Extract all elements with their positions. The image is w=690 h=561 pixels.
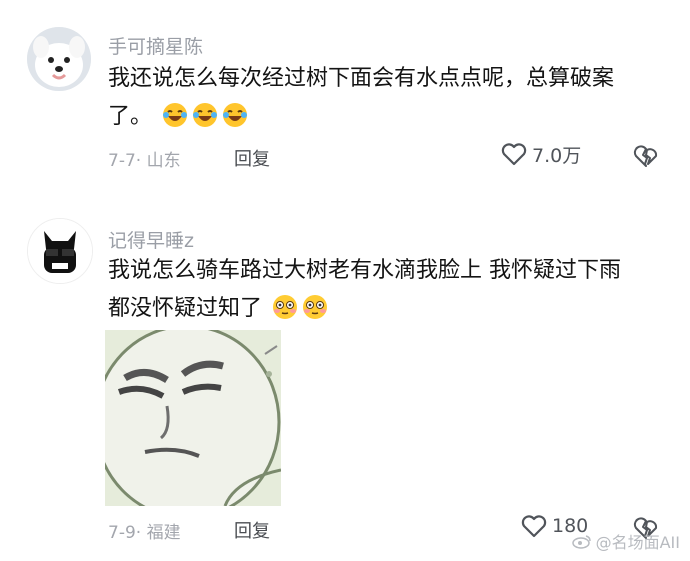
comment-text: 我还说怎么每次经过树下面会有水点点呢，总算破案了。	[108, 60, 648, 142]
reply-button[interactable]: 回复	[234, 517, 270, 543]
heart-icon	[521, 515, 547, 538]
meme-sticker-image[interactable]	[105, 330, 281, 506]
like-count: 7.0万	[532, 144, 582, 167]
laughing-crying-emoji-icon	[191, 101, 219, 142]
username[interactable]: 记得早睡z	[108, 226, 194, 253]
dog-with-sunglasses-avatar-icon	[28, 219, 92, 283]
comment-meta: 7-9· 福建	[108, 523, 181, 543]
avatar[interactable]	[27, 27, 91, 91]
watermark: @名场面AII	[571, 529, 680, 553]
laughing-crying-emoji-icon	[161, 101, 189, 142]
flushed-emoji-icon	[301, 293, 329, 334]
dislike-button[interactable]	[632, 142, 660, 174]
meme-face-icon	[105, 330, 281, 506]
heart-icon	[501, 143, 527, 166]
like-button[interactable]: 7.0万	[500, 140, 581, 168]
flushed-emoji-icon	[271, 293, 299, 334]
comment-text: 我说怎么骑车路过大树老有水滴我脸上 我怀疑过下雨都没怀疑过知了	[108, 252, 628, 334]
comment-text-body: 我说怎么骑车路过大树老有水滴我脸上 我怀疑过下雨都没怀疑过知了	[108, 258, 621, 321]
samoyed-avatar-icon	[27, 27, 91, 91]
reply-button[interactable]: 回复	[234, 145, 270, 171]
laughing-crying-emoji-icon	[221, 101, 249, 142]
weibo-logo-icon	[571, 535, 591, 549]
broken-heart-icon	[633, 145, 658, 167]
username[interactable]: 手可摘星陈	[108, 32, 203, 59]
watermark-text: @名场面AII	[595, 533, 680, 552]
comment-meta: 7-7· 山东	[108, 151, 181, 171]
avatar[interactable]	[27, 218, 93, 284]
